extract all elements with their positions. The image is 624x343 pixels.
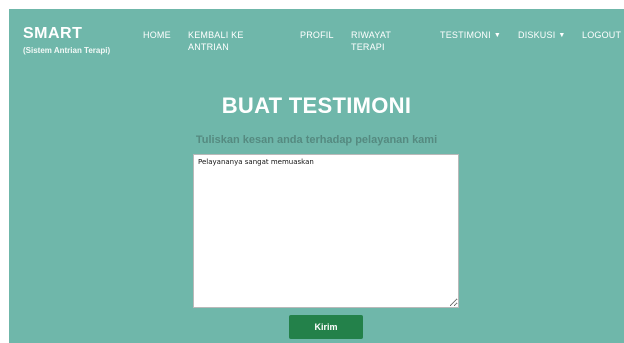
nav-home[interactable]: HOME xyxy=(143,29,171,41)
nav-kembali-ke-antrian[interactable]: KEMBALI KE ANTRIAN xyxy=(188,29,264,53)
testimonial-textarea[interactable]: Pelayananya sangat memuaskan xyxy=(193,154,459,308)
page-frame: SMART (Sistem Antrian Terapi) HOME KEMBA… xyxy=(9,9,624,343)
nav-testimoni-label: TESTIMONI xyxy=(440,30,491,40)
nav-logout[interactable]: LOGOUT xyxy=(582,29,621,41)
nav-diskusi-label: DISKUSI xyxy=(518,30,556,40)
nav-profil-label: PROFIL xyxy=(300,30,334,40)
submit-button[interactable]: Kirim xyxy=(289,315,363,339)
page-subtitle: Tuliskan kesan anda terhadap pelayanan k… xyxy=(195,134,438,146)
nav-profil[interactable]: PROFIL xyxy=(300,29,334,41)
navbar: SMART (Sistem Antrian Terapi) HOME KEMBA… xyxy=(9,9,624,61)
brand-name: SMART xyxy=(23,25,83,42)
nav-logout-label: LOGOUT xyxy=(582,30,622,40)
brand-logo[interactable]: SMART (Sistem Antrian Terapi) xyxy=(23,25,110,55)
nav-riwayat-terapi[interactable]: RIWAYAT TERAPI xyxy=(351,29,407,53)
nav-testimoni-dropdown[interactable]: TESTIMONI ▼ xyxy=(440,29,501,42)
caret-down-icon: ▼ xyxy=(558,32,566,39)
nav-kembali-ke-antrian-label: KEMBALI KE ANTRIAN xyxy=(188,30,244,52)
nav-diskusi-dropdown[interactable]: DISKUSI ▼ xyxy=(518,29,566,42)
brand-subtitle: (Sistem Antrian Terapi) xyxy=(23,46,111,55)
nav-riwayat-terapi-label: RIWAYAT TERAPI xyxy=(351,30,391,52)
page-title: BUAT TESTIMONI xyxy=(221,93,412,118)
caret-down-icon: ▼ xyxy=(493,32,501,39)
nav-home-label: HOME xyxy=(143,30,171,40)
